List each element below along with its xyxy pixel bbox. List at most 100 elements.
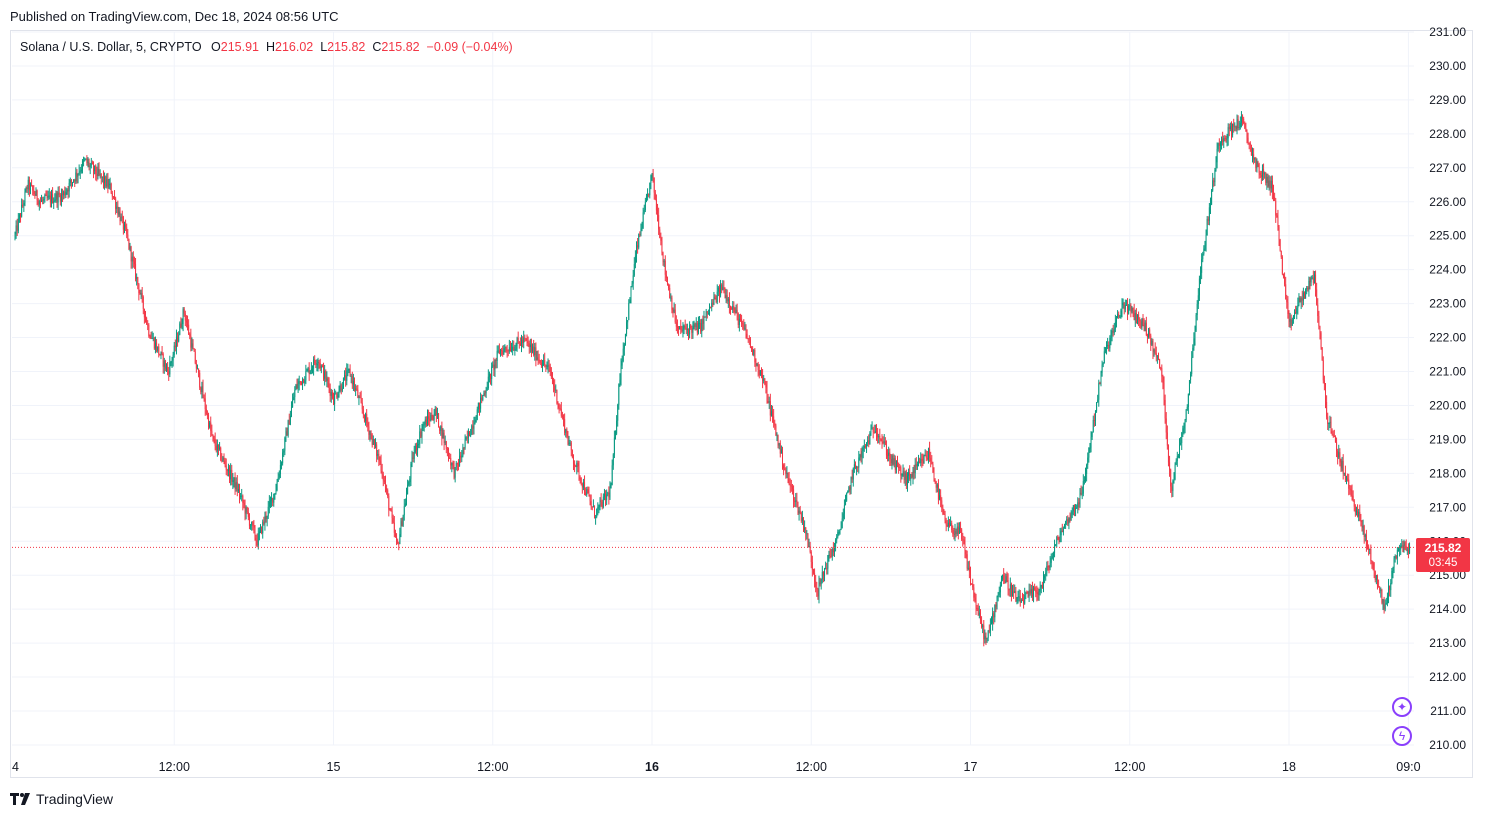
candle-body	[1188, 380, 1190, 394]
candle-body	[580, 477, 582, 484]
candle-body	[1100, 372, 1102, 384]
candle-body	[690, 325, 692, 329]
candle-body	[480, 397, 482, 409]
candle-body	[32, 185, 34, 191]
candle-body	[360, 397, 362, 403]
sparkle-icon[interactable]: ✦	[1392, 697, 1412, 717]
candle-body	[321, 365, 323, 367]
candle-body	[1148, 329, 1150, 338]
candle-body	[303, 378, 305, 383]
candle-body	[49, 195, 51, 203]
candle-body	[989, 624, 991, 632]
candle-body	[311, 368, 313, 370]
y-tick-label: 221.00	[1429, 365, 1466, 379]
candle-body	[848, 487, 850, 491]
lightning-icon[interactable]: ϟ	[1392, 726, 1412, 746]
candle-body	[1359, 511, 1361, 521]
candle-body	[317, 362, 319, 365]
candle-body	[668, 285, 670, 288]
candle-body	[417, 444, 419, 451]
candle-body	[725, 295, 727, 298]
candle-body	[1064, 524, 1066, 529]
candle-body	[216, 444, 218, 451]
candle-body	[100, 173, 102, 178]
candle-body	[462, 447, 464, 456]
candle-body	[222, 457, 224, 460]
candle-body	[607, 492, 609, 495]
candle-body	[404, 503, 406, 507]
candle-body	[1221, 138, 1223, 143]
candle-body	[1401, 545, 1403, 547]
candle-body	[974, 597, 976, 601]
candle-body	[1329, 421, 1331, 423]
candle-body	[757, 363, 759, 371]
candle-body	[912, 470, 914, 477]
candle-body	[1310, 278, 1312, 283]
candle-body	[87, 161, 89, 164]
candle-body	[591, 506, 593, 508]
candle-body	[147, 324, 149, 326]
x-tick-label: 09:0	[1396, 760, 1420, 774]
candle-body	[1054, 545, 1056, 553]
candle-body	[605, 493, 607, 501]
candle-body	[879, 435, 881, 440]
candle-body	[884, 441, 886, 445]
symbol-label[interactable]: Solana / U.S. Dollar, 5, CRYPTO	[20, 40, 202, 54]
candle-body	[183, 308, 185, 314]
candle-body	[857, 466, 859, 468]
candle-body	[403, 506, 405, 516]
candle-body	[290, 407, 292, 416]
candle-body	[14, 233, 16, 236]
candle-body	[1378, 586, 1380, 588]
candle-body	[1088, 447, 1090, 458]
candle-body	[840, 527, 842, 530]
candle-body	[952, 529, 954, 534]
price-chart[interactable]: 210.00211.00212.00213.00214.00215.00216.…	[0, 0, 1485, 820]
candle-body	[936, 484, 938, 488]
candle-body	[982, 625, 984, 627]
candle-body	[858, 457, 860, 468]
candle-body	[837, 531, 839, 537]
x-tick-label: 12:00	[1114, 760, 1145, 774]
candle-body	[202, 386, 204, 398]
candle-body	[999, 585, 1001, 593]
candle-body	[463, 447, 465, 449]
candle-body	[975, 600, 977, 608]
candle-body	[1050, 558, 1052, 563]
candle-body	[1190, 373, 1192, 381]
candle-body	[529, 344, 531, 348]
candle-body	[1098, 383, 1100, 400]
open-value: 215.91	[220, 40, 260, 54]
candle-body	[828, 554, 830, 556]
candle-body	[807, 533, 809, 547]
candle-body	[418, 444, 420, 446]
candle-body	[1341, 460, 1343, 469]
candle-body	[70, 179, 72, 183]
candle-body	[897, 460, 899, 467]
candle-body	[373, 438, 375, 445]
candle-body	[181, 323, 183, 328]
candle-body	[344, 375, 346, 378]
candle-body	[1045, 572, 1047, 576]
candle-body	[916, 463, 918, 467]
candle-body	[107, 179, 109, 188]
candle-body	[815, 581, 817, 587]
candle-body	[304, 380, 306, 383]
candle-body	[649, 182, 651, 196]
candle-body	[326, 378, 328, 381]
candle-body	[756, 363, 758, 366]
candle-body	[1369, 549, 1371, 551]
candle-body	[1323, 380, 1325, 384]
candle-body	[940, 495, 942, 501]
candle-body	[54, 199, 56, 201]
candle-body	[730, 306, 732, 309]
candle-body	[198, 368, 200, 373]
candle-body	[118, 211, 120, 215]
candle-body	[998, 592, 1000, 595]
candle-body	[122, 217, 124, 230]
candle-body	[572, 457, 574, 464]
candle-body	[419, 431, 421, 445]
candle-body	[601, 501, 603, 508]
candle-body	[1213, 180, 1215, 183]
tradingview-logo[interactable]: TradingView	[10, 791, 113, 807]
